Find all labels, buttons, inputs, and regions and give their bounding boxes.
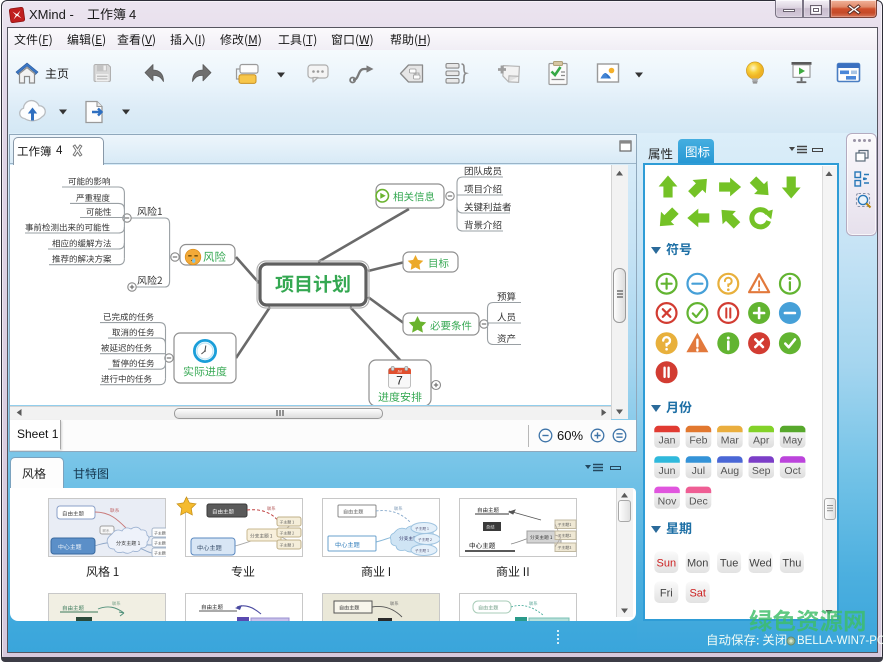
svg-text:Fri: Fri [660, 588, 673, 600]
svg-text:May: May [783, 435, 804, 447]
svg-text:Mar: Mar [721, 435, 740, 447]
svg-text:Sep: Sep [752, 465, 771, 477]
svg-text:Dec: Dec [689, 495, 708, 507]
svg-text:Apr: Apr [753, 435, 770, 447]
svg-text:Oct: Oct [784, 465, 800, 477]
svg-text:Mon: Mon [687, 558, 708, 570]
svg-text:Sun: Sun [657, 558, 677, 570]
svg-text:Jul: Jul [692, 465, 705, 477]
svg-text:Wed: Wed [749, 558, 771, 570]
svg-text:Feb: Feb [689, 435, 707, 447]
svg-text:Thu: Thu [782, 558, 801, 570]
svg-text:Nov: Nov [658, 495, 677, 507]
svg-text:Jan: Jan [659, 435, 676, 447]
svg-text:Sat: Sat [689, 588, 706, 600]
svg-text:Aug: Aug [720, 465, 739, 477]
svg-text:Tue: Tue [720, 558, 739, 570]
svg-text:Jun: Jun [659, 465, 676, 477]
svg-text:7: 7 [396, 374, 403, 388]
